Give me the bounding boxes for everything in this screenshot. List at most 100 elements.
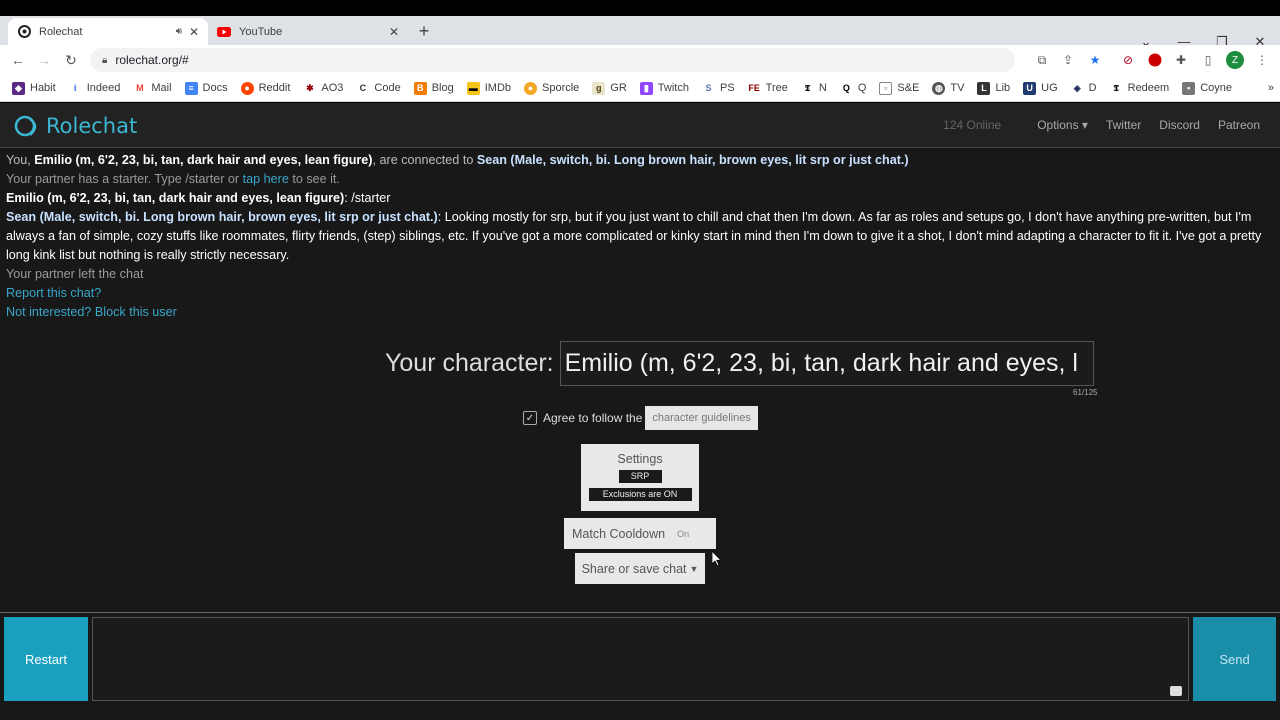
brand-name: Rolechat [46, 114, 138, 138]
share-icon[interactable]: ⇪ [1060, 52, 1076, 68]
blogger-icon: B [413, 81, 427, 95]
globe-icon: ◍ [932, 81, 946, 95]
close-tab-icon[interactable]: ✕ [386, 24, 402, 40]
site-navbar: Rolechat 124 Online Options ▾ Twitter Di… [0, 103, 1280, 148]
goodreads-icon: g [592, 81, 606, 95]
bookmark-code[interactable]: C Code [356, 81, 401, 95]
bookmark-lib[interactable]: L Lib [977, 81, 1010, 95]
tap-here-link[interactable]: tap here [243, 172, 289, 186]
settings-button[interactable]: Settings SRP Exclusions are ON [581, 444, 699, 511]
bookmark-gr[interactable]: g GR [592, 81, 627, 95]
site-nav-links: 124 Online Options ▾ Twitter Discord Pat… [925, 118, 1260, 132]
bookmark-star-icon[interactable]: ★ [1087, 52, 1103, 68]
restart-button[interactable]: Restart [4, 617, 88, 701]
lock-icon: 🔒︎ [102, 54, 108, 66]
exclusions-badge: Exclusions are ON [588, 488, 692, 501]
bookmark-se[interactable]: ▫ S&E [879, 81, 919, 95]
bookmark-reddit[interactable]: ● Reddit [240, 81, 290, 95]
mode-badge: SRP [618, 470, 662, 483]
tab-youtube[interactable]: YouTube ✕ [208, 18, 408, 45]
match-cooldown-toggle[interactable]: Match Cooldown On [564, 518, 716, 549]
discord-link[interactable]: Discord [1159, 118, 1200, 132]
tab-strip: Rolechat 🔊︎ ✕ YouTube ✕ + ⌄ — ❐ ✕ [0, 16, 1280, 49]
bookmark-habit[interactable]: ◆ Habit [12, 81, 56, 95]
bookmark-blog[interactable]: B Blog [413, 81, 454, 95]
extensions-puzzle-icon[interactable]: ✚ [1173, 52, 1189, 68]
extension-red-icon[interactable] [1147, 52, 1163, 68]
bookmark-mail[interactable]: M Mail [133, 81, 172, 95]
bookmark-q[interactable]: QQ [839, 81, 866, 95]
menu-kebab-icon[interactable]: ⋮ [1254, 52, 1270, 68]
speaker-icon[interactable]: 🔊︎ [176, 26, 182, 37]
bookmark-ug[interactable]: U UG [1023, 81, 1058, 95]
options-dropdown[interactable]: Options ▾ [1019, 118, 1088, 132]
bookmark-coyne[interactable]: ▪ Coyne [1182, 81, 1232, 95]
reddit-icon: ● [240, 81, 254, 95]
d-shield-icon: ◈ [1070, 81, 1084, 95]
code-icon: C [356, 81, 370, 95]
coyne-icon: ▪ [1182, 81, 1196, 95]
brand[interactable]: Rolechat [14, 113, 137, 139]
my-character-name: Emilio (m, 6'2, 23, bi, tan, dark hair a… [34, 153, 373, 167]
settings-title: Settings [617, 452, 663, 466]
bookmark-ao3[interactable]: ✱ AO3 [303, 81, 343, 95]
patreon-link[interactable]: Patreon [1218, 118, 1260, 132]
bookmark-d[interactable]: ◈ D [1070, 81, 1097, 95]
partner-left-notice: Your partner left the chat [6, 267, 144, 281]
cooldown-state: On [677, 528, 690, 539]
imdb-icon: ▬ [466, 81, 480, 95]
chat-bubble-icon [1170, 686, 1182, 696]
side-panel-icon[interactable]: ▯ [1200, 52, 1216, 68]
back-icon[interactable]: ← [9, 51, 27, 69]
bookmark-tv[interactable]: ◍ TV [932, 81, 964, 95]
tab-rolechat[interactable]: Rolechat 🔊︎ ✕ [8, 18, 208, 45]
character-input[interactable]: Emilio (m, 6'2, 23, bi, tan, dark hair a… [559, 341, 1094, 386]
tab-title: Rolechat [39, 25, 83, 38]
more-bookmarks-icon[interactable]: » [1268, 82, 1274, 94]
character-guidelines-button[interactable]: character guidelines [645, 406, 758, 430]
profile-avatar[interactable]: Z [1226, 51, 1244, 69]
ug-icon: U [1023, 81, 1037, 95]
character-row: Your character: Emilio (m, 6'2, 23, bi, … [385, 341, 1094, 386]
caret-down-icon: ▼ [689, 563, 699, 574]
bookmark-sporcle[interactable]: ● Sporcle [524, 81, 579, 95]
block-extension-icon[interactable]: ⊘ [1120, 52, 1136, 68]
browser-toolbar: ← → ↻ 🔒︎ rolechat.org/# ⧉ ⇪ ★ ⊘ ✚ ▯ Z ⋮ [0, 45, 1280, 75]
bookmark-tree[interactable]: FE Tree [747, 81, 788, 95]
bookmark-twitch[interactable]: ▮ Twitch [639, 81, 689, 95]
ao3-icon: ✱ [303, 81, 317, 95]
close-tab-icon[interactable]: ✕ [186, 24, 202, 40]
mouse-pointer-icon [711, 550, 722, 572]
message-textarea[interactable] [92, 617, 1189, 701]
bookmarks-bar: ◆ Habit i Indeed M Mail ≡ Docs ● Reddit ✱ AO3 … [0, 75, 1280, 102]
address-bar[interactable]: 🔒︎ rolechat.org/# [90, 48, 1015, 72]
bookmark-imdb[interactable]: ▬ IMDb [466, 81, 511, 95]
habit-icon: ◆ [12, 81, 25, 95]
bookmark-redeem[interactable]: 𝕿 Redeem [1109, 81, 1169, 95]
new-tab-button[interactable]: + [414, 21, 434, 41]
bookmark-n[interactable]: 𝕿N [800, 81, 827, 95]
bookmark-docs[interactable]: ≡ Docs [184, 81, 228, 95]
q-icon: Q [839, 81, 853, 95]
character-label: Your character: [385, 349, 554, 377]
bookmark-indeed[interactable]: i Indeed [68, 81, 120, 95]
open-in-app-icon[interactable]: ⧉ [1034, 52, 1050, 68]
my-message: Emilio (m, 6'2, 23, bi, tan, dark hair a… [6, 191, 391, 205]
tree-icon: FE [747, 81, 761, 95]
forward-icon[interactable]: → [35, 51, 53, 69]
starter-notice: Your partner has a starter. Type /starte… [6, 172, 340, 186]
report-chat-link[interactable]: Report this chat? [6, 284, 1274, 303]
block-user-link[interactable]: Not interested? Block this user [6, 303, 1274, 322]
bookmark-ps[interactable]: S PS [701, 81, 735, 95]
share-save-dropdown[interactable]: Share or save chat ▼ [575, 553, 705, 584]
agree-checkbox[interactable]: ✓ [523, 411, 537, 425]
send-button[interactable]: Send [1193, 617, 1276, 701]
url-text: rolechat.org/# [115, 53, 189, 67]
online-count: 124 Online [943, 118, 1002, 132]
twitter-link[interactable]: Twitter [1106, 118, 1141, 132]
reload-icon[interactable]: ↻ [62, 51, 80, 69]
partner-message: Sean (Male, switch, bi. Long brown hair,… [6, 210, 1262, 262]
partner-character-name: Sean (Male, switch, bi. Long brown hair,… [476, 153, 909, 167]
nyt-icon: 𝕿 [800, 81, 814, 95]
rolechat-page: Rolechat 124 Online Options ▾ Twitter Di… [0, 103, 1280, 720]
